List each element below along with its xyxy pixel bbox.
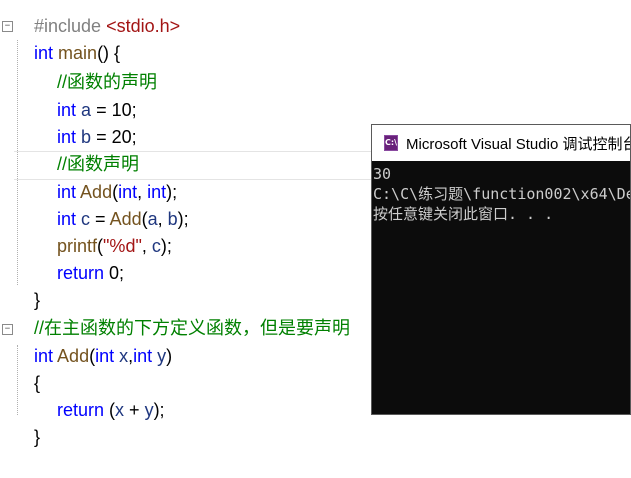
keyword: return (57, 400, 105, 420)
variable: c (151, 236, 161, 256)
code-line-decl-c[interactable]: int c = Add(a, b); (37, 179, 189, 229)
keyword: int (133, 346, 153, 366)
parameter: x (115, 400, 125, 420)
code-line-comment1[interactable]: //函数的声明 (37, 42, 157, 92)
code-line-close-main[interactable]: } (14, 260, 40, 310)
console-title: Microsoft Visual Studio 调试控制台 (406, 135, 630, 153)
keyword: int (95, 346, 115, 366)
code-line-comment3[interactable]: //在主函数的下方定义函数，但是要声明 (14, 288, 350, 338)
code-line-open-brace[interactable]: { (14, 343, 40, 393)
punctuation: ); (177, 209, 189, 229)
parameter: y (157, 346, 167, 366)
code-line-close-add[interactable]: } (14, 397, 40, 447)
console-line: 30 (373, 165, 392, 183)
console-line: C:\C\练习题\function002\x64\Debug\function0… (373, 185, 630, 203)
parameter: x (119, 346, 129, 366)
punctuation: } (34, 427, 41, 447)
code-line-printf[interactable]: printf("%d", c); (37, 206, 172, 256)
code-line-add-sig[interactable]: int Add(int x,int y) (14, 316, 172, 366)
debug-console-window[interactable]: C:\ Microsoft Visual Studio 调试控制台 30 C:\C… (371, 124, 631, 415)
code-line-decl-b[interactable]: int b = 20; (37, 97, 137, 147)
fold-toggle-main[interactable]: − (2, 21, 13, 32)
code-line-comment2[interactable]: //函数声明 (37, 124, 139, 174)
code-line-decl-a[interactable]: int a = 10; (37, 70, 137, 120)
console-line: 按任意键关闭此窗口. . . (373, 205, 554, 223)
code-line-include[interactable]: #include <stdio.h> (14, 0, 180, 36)
console-app-icon: C:\ (384, 135, 398, 151)
function-name: Add (57, 346, 90, 366)
code-line-return-add[interactable]: return (x + y); (37, 370, 165, 420)
punctuation: ( (104, 400, 116, 420)
parameter: y (144, 400, 154, 420)
operator: + (124, 400, 145, 420)
fold-toggle-add[interactable]: − (2, 324, 13, 335)
keyword: return (57, 263, 105, 283)
punctuation: , (141, 236, 152, 256)
punctuation: ) (166, 346, 173, 366)
expression: 0; (104, 263, 125, 283)
code-line-prototype[interactable]: int Add(int, int); (37, 152, 177, 202)
punctuation: ); (153, 400, 165, 420)
console-title-bar[interactable]: C:\ Microsoft Visual Studio 调试控制台 (372, 125, 630, 161)
console-output[interactable]: 30 C:\C\练习题\function002\x64\Debug\functio… (372, 161, 630, 414)
code-line-main[interactable]: int main() { (14, 13, 120, 63)
punctuation: ); (160, 236, 172, 256)
code-line-return[interactable]: return 0; (37, 233, 124, 283)
